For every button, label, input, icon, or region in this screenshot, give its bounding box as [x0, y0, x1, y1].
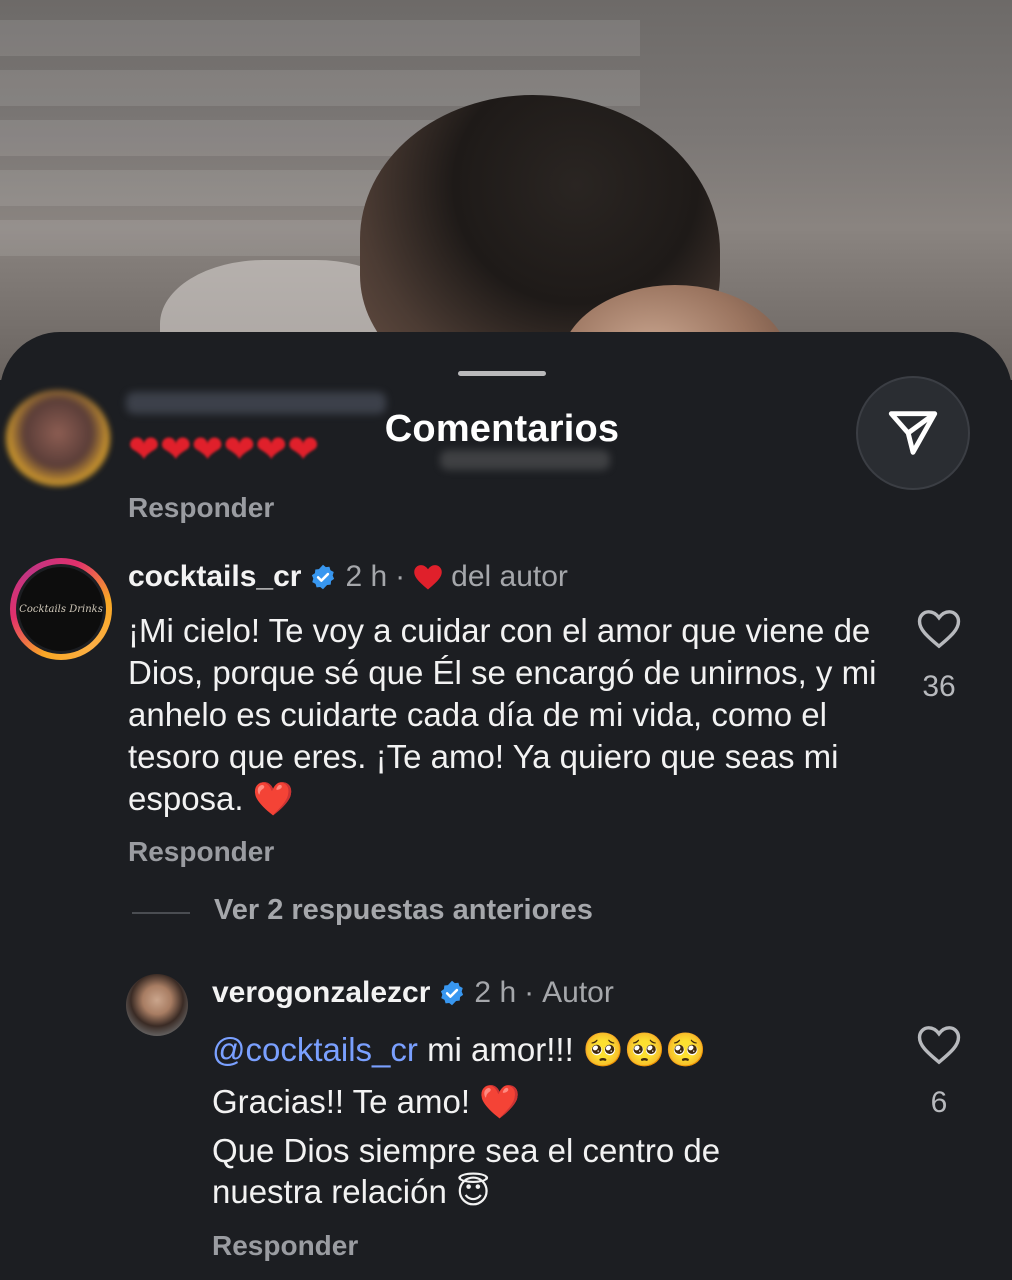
background-video-frame — [0, 0, 1012, 380]
replies-divider — [132, 912, 190, 914]
reply-reply-button[interactable]: Responder — [212, 1230, 358, 1262]
verified-badge-icon — [309, 563, 337, 591]
red-heart-icon — [413, 563, 443, 591]
mention-link[interactable]: @cocktails_cr — [212, 1031, 418, 1068]
comment-header: cocktails_cr 2 h · del autor — [128, 560, 568, 594]
comment-time: 2 h — [345, 560, 388, 593]
reply-line-1-rest: mi amor!!! 🥺🥺🥺 — [427, 1031, 707, 1068]
reply-header: verogonzalezcr 2 h · Autor — [212, 976, 614, 1010]
reply-line-2: Gracias!! Te amo! ❤️ — [212, 1083, 521, 1120]
comment-reply-button[interactable]: Responder — [128, 836, 274, 868]
comment-text: ¡Mi cielo! Te voy a cuidar con el amor q… — [128, 612, 877, 817]
meta-separator: · — [524, 976, 535, 1009]
reply-avatar[interactable] — [126, 974, 188, 1036]
meta-separator: · — [395, 560, 406, 593]
cocktails-logo: Cocktails Drinks — [19, 567, 103, 651]
share-button[interactable] — [856, 376, 970, 490]
liked-by-author-label: del autor — [451, 560, 568, 593]
reply-time: 2 h — [474, 976, 517, 1009]
reply-like-count: 6 — [930, 1086, 948, 1119]
page-title: Comentarios — [384, 408, 620, 450]
verified-badge-icon — [438, 979, 466, 1007]
heart-outline-icon[interactable] — [916, 608, 962, 650]
sheet-drag-handle[interactable] — [458, 371, 546, 376]
author-badge: Autor — [542, 976, 614, 1009]
previous-comment-meta-blurred — [440, 450, 610, 470]
heart-outline-icon[interactable] — [916, 1024, 962, 1066]
avatar[interactable]: Cocktails Drinks — [10, 558, 112, 660]
reply-username[interactable]: verogonzalezcr — [212, 976, 430, 1010]
previous-comment-reply-button[interactable]: Responder — [128, 492, 274, 524]
reply-line-1: @cocktails_cr mi amor!!! 🥺🥺🥺 — [212, 1024, 872, 1076]
comment-like-count: 36 — [922, 670, 956, 703]
paper-plane-icon — [888, 411, 938, 455]
comment-username[interactable]: cocktails_cr — [128, 560, 301, 594]
reply-line-4: nuestra relación 😇 — [212, 1173, 491, 1210]
view-previous-replies-button[interactable]: Ver 2 respuestas anteriores — [214, 894, 593, 927]
reply-text: @cocktails_cr mi amor!!! 🥺🥺🥺 Gracias!! T… — [212, 1024, 872, 1210]
reply-line-3: Que Dios siempre sea el centro de — [212, 1132, 721, 1169]
